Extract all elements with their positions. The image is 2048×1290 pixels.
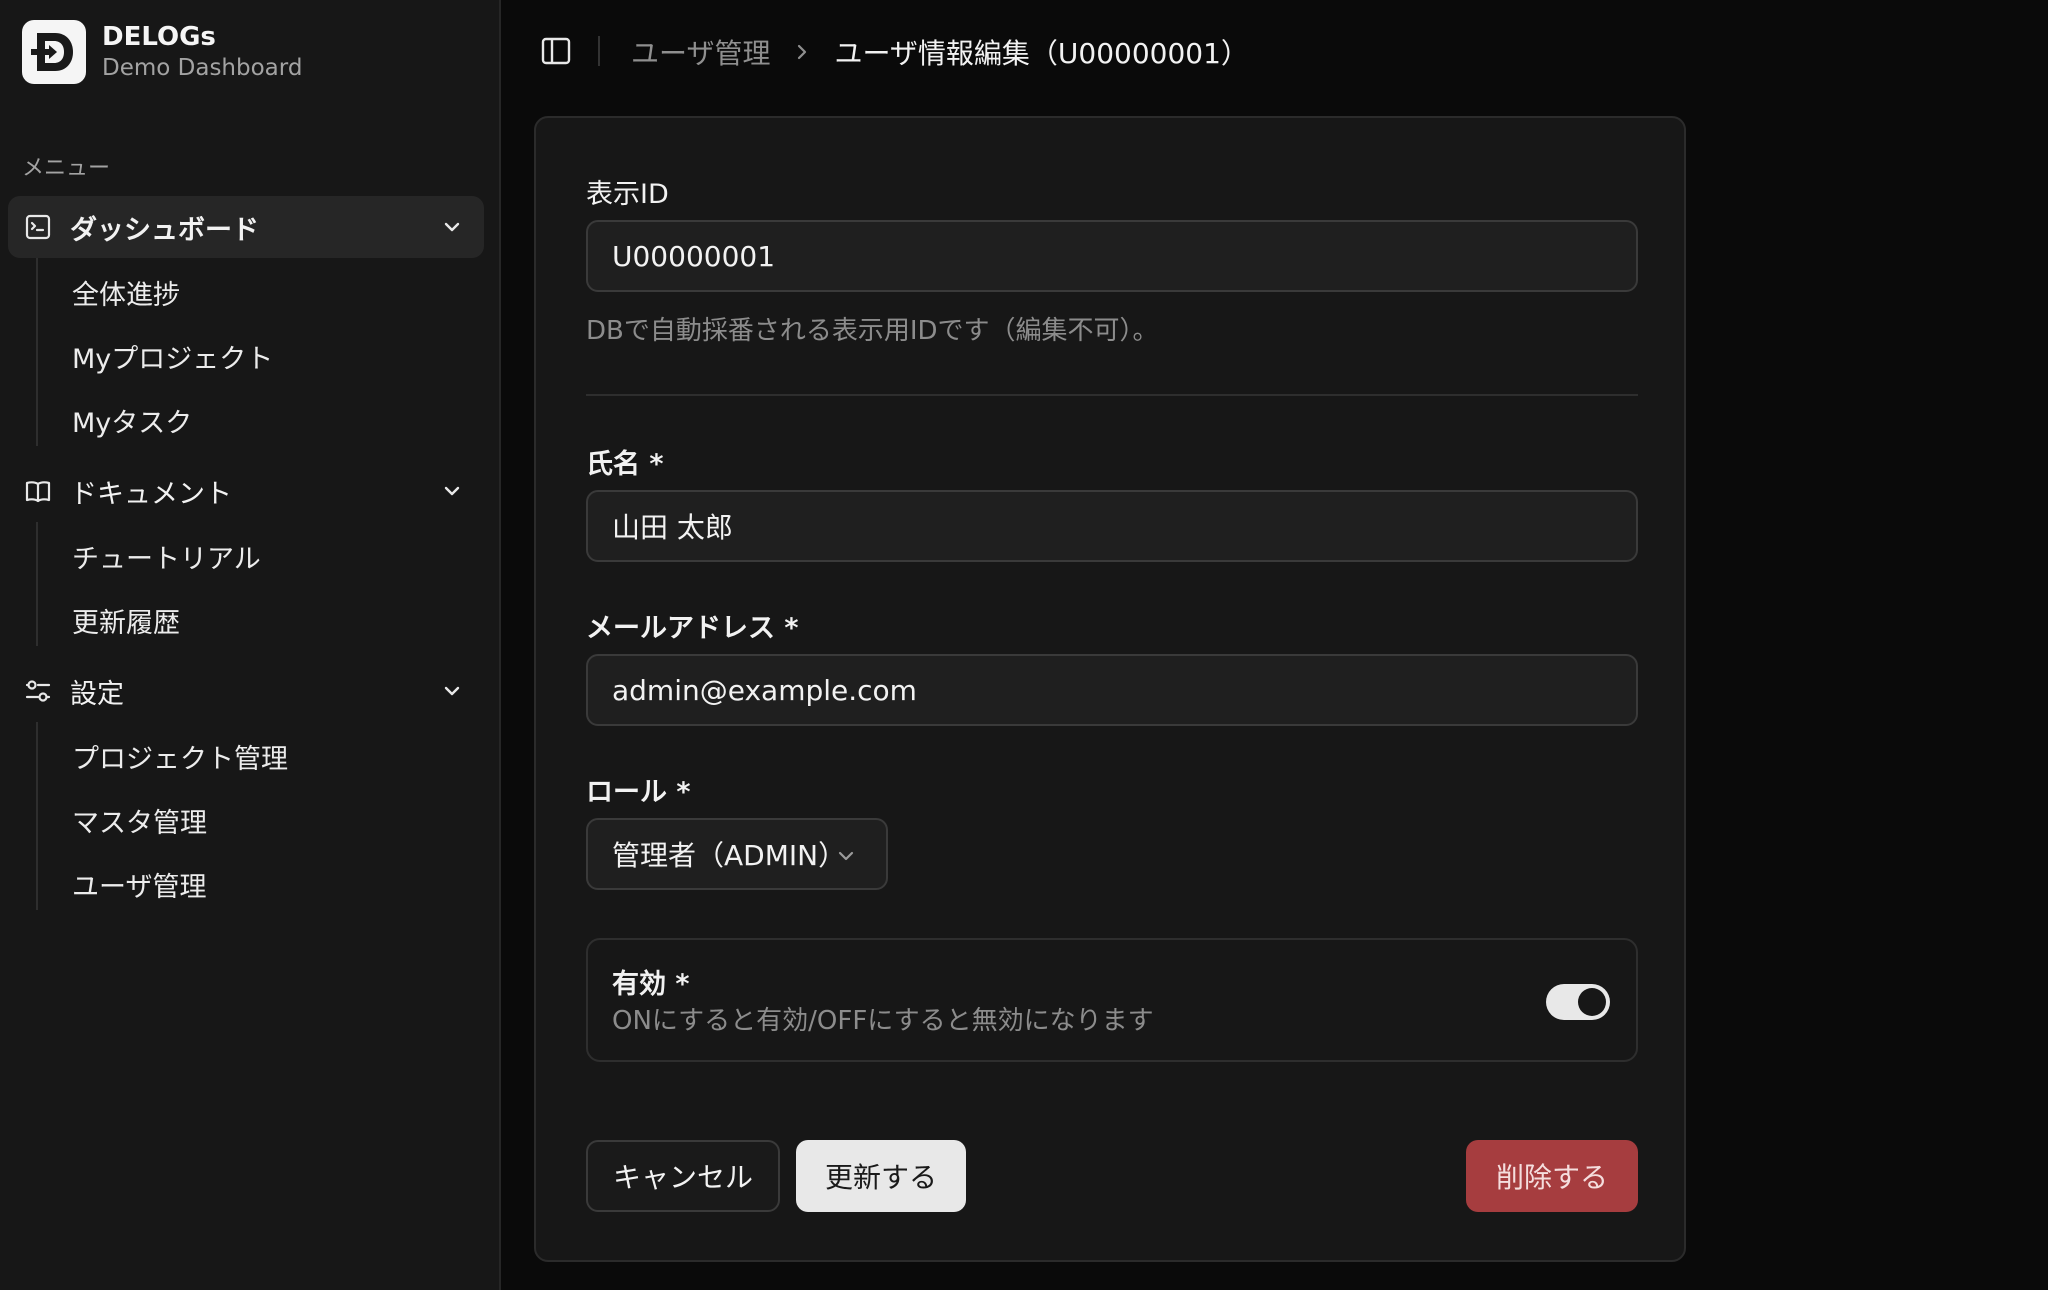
sidebar-item-label: 設定 — [70, 678, 124, 710]
brand-name: DELOGs — [102, 22, 216, 52]
sidebar-item-documents[interactable]: ドキュメント — [8, 460, 484, 522]
active-label: 有効 * — [612, 969, 690, 1000]
breadcrumb: ユーザ管理 ユーザ情報編集（U00000001） — [631, 30, 1249, 74]
role-select-value: 管理者（ADMIN） — [612, 839, 847, 872]
role-label: ロール * — [586, 777, 691, 808]
sidebar-item-my-tasks[interactable]: Myタスク — [52, 394, 452, 446]
delogs-logo-icon — [22, 20, 86, 84]
name-field[interactable] — [586, 490, 1638, 562]
sidebar-item-master-management[interactable]: マスタ管理 — [52, 794, 452, 846]
update-button[interactable]: 更新する — [796, 1140, 966, 1212]
sidebar-item-overall-progress[interactable]: 全体進捗 — [52, 266, 452, 318]
email-label: メールアドレス * — [586, 613, 799, 644]
breadcrumb-current-page: ユーザ情報編集（U00000001） — [834, 37, 1249, 70]
toggle-knob — [1578, 988, 1606, 1016]
active-description: ONにすると有効/OFFにすると無効になります — [612, 1006, 1154, 1036]
chevron-down-icon — [444, 486, 460, 496]
app-root: DELOGs Demo Dashboard メニュー ダッシュボード 全体進捗 … — [0, 0, 2048, 1290]
active-toggle-switch[interactable] — [1546, 984, 1610, 1020]
sidebar-item-label: ダッシュボード — [70, 214, 259, 246]
sidebar-item-changelog[interactable]: 更新履歴 — [52, 594, 452, 646]
user-edit-card: 表示ID DBで自動採番される表示用IDです（編集不可）。 氏名 * メールアド… — [534, 116, 1686, 1262]
menu-section-label: メニュー — [22, 156, 111, 181]
sidebar-item-label: ドキュメント — [70, 478, 232, 510]
submenu-settings: プロジェクト管理 マスタ管理 ユーザ管理 — [36, 722, 288, 910]
sidebar-item-project-management[interactable]: プロジェクト管理 — [52, 730, 452, 782]
chevron-down-icon — [838, 851, 854, 861]
sidebar: DELOGs Demo Dashboard メニュー ダッシュボード 全体進捗 … — [0, 0, 501, 1290]
breadcrumb-link-user-management[interactable]: ユーザ管理 — [631, 32, 770, 72]
chevron-down-icon — [444, 222, 460, 232]
sidebar-item-my-projects[interactable]: Myプロジェクト — [52, 330, 452, 382]
submenu-documents: チュートリアル 更新履歴 — [36, 522, 261, 646]
delete-button[interactable]: 削除する — [1466, 1140, 1638, 1212]
active-toggle-box: 有効 * ONにすると有効/OFFにすると無効になります — [586, 938, 1638, 1062]
display-id-label: 表示ID — [586, 179, 669, 210]
sidebar-item-tutorial[interactable]: チュートリアル — [52, 530, 452, 582]
sidebar-item-dashboard[interactable]: ダッシュボード — [8, 196, 484, 258]
role-select[interactable]: 管理者（ADMIN） — [586, 818, 888, 890]
email-field[interactable] — [586, 654, 1638, 726]
settings-sliders-icon — [25, 680, 51, 702]
sidebar-toggle-icon[interactable] — [539, 34, 573, 68]
header-divider — [598, 36, 600, 66]
form-divider — [586, 394, 1638, 396]
display-id-help: DBで自動採番される表示用IDです（編集不可）。 — [586, 316, 1159, 346]
brand-subtitle: Demo Dashboard — [102, 55, 303, 81]
display-id-field[interactable] — [586, 220, 1638, 292]
book-icon — [25, 481, 51, 503]
brand[interactable]: DELOGs Demo Dashboard — [22, 20, 302, 84]
chevron-down-icon — [444, 686, 460, 696]
dashboard-icon — [25, 214, 51, 240]
top-header: ユーザ管理 ユーザ情報編集（U00000001） — [503, 0, 2048, 104]
name-label: 氏名 * — [586, 449, 664, 480]
sidebar-item-settings[interactable]: 設定 — [8, 660, 484, 722]
chevron-right-icon — [798, 44, 807, 60]
submenu-dashboard: 全体進捗 Myプロジェクト Myタスク — [36, 258, 273, 446]
cancel-button[interactable]: キャンセル — [586, 1140, 780, 1212]
sidebar-item-user-management[interactable]: ユーザ管理 — [52, 858, 452, 910]
